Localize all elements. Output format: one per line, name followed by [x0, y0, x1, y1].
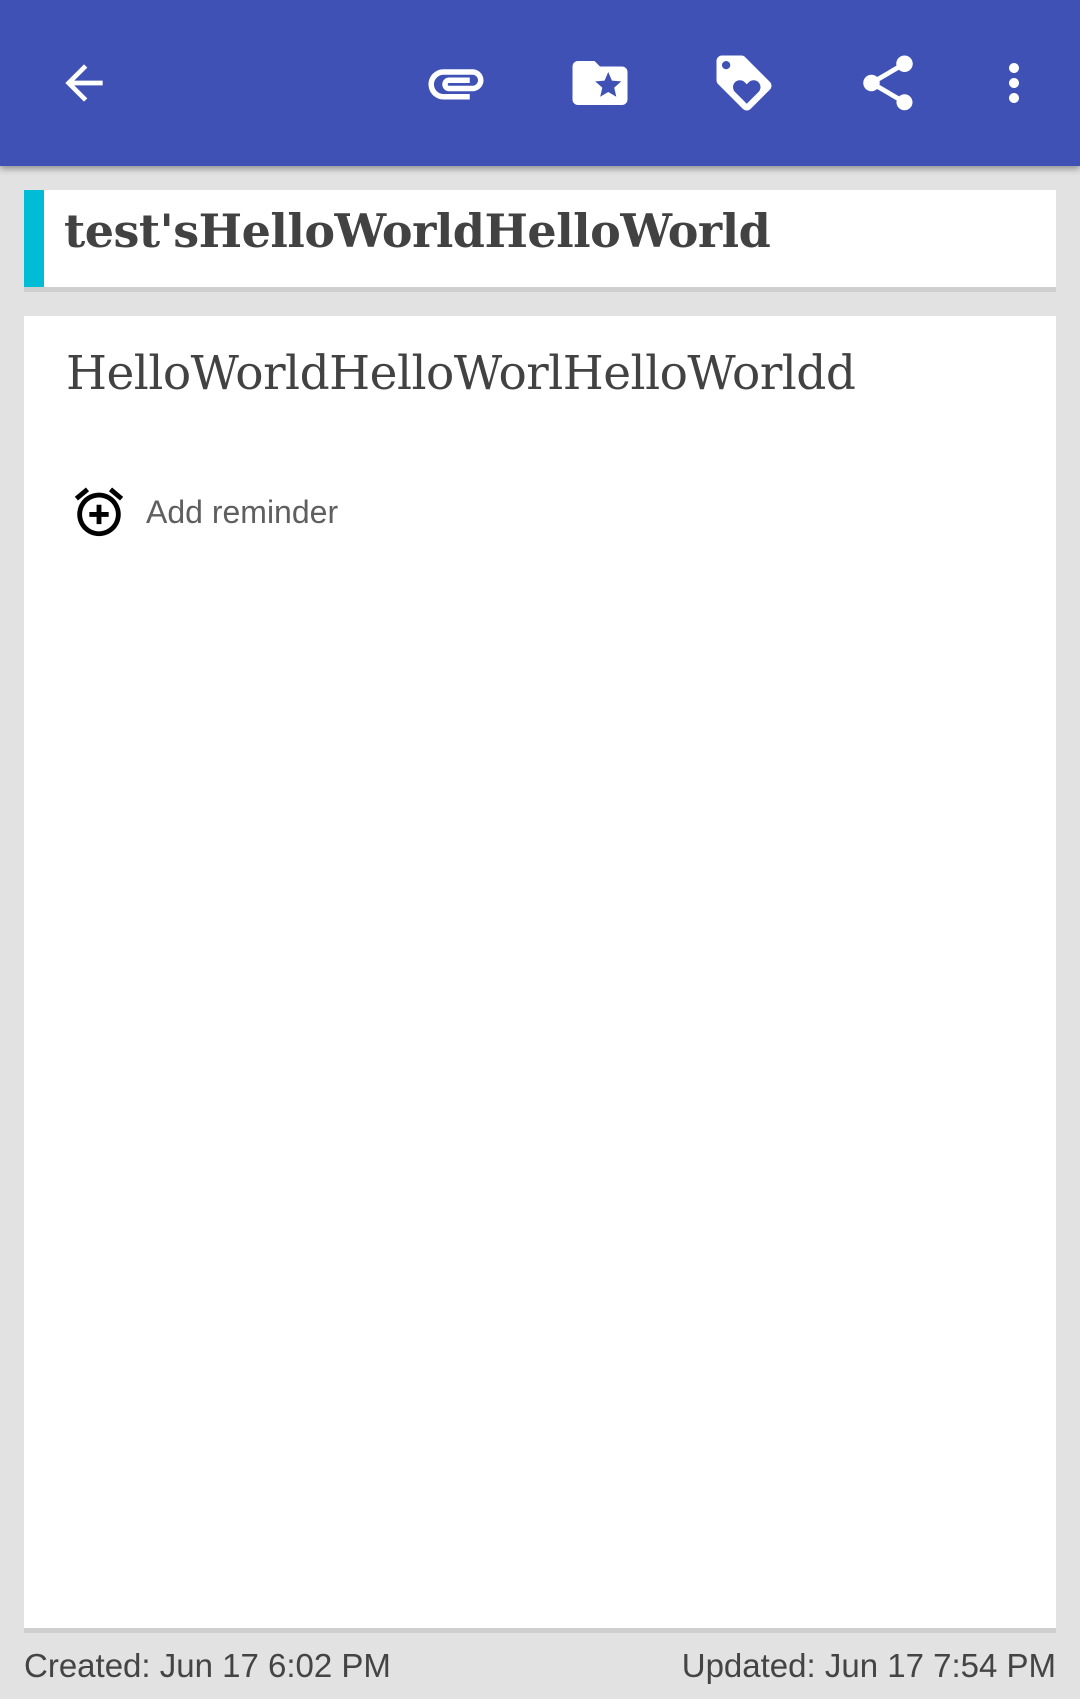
- tag-button[interactable]: [694, 33, 794, 133]
- folder-star-icon: [572, 61, 628, 105]
- alarm-add-icon: [74, 487, 124, 537]
- attachment-icon: [428, 69, 484, 100]
- add-reminder-button[interactable]: Add reminder: [70, 482, 338, 542]
- category-button[interactable]: [550, 33, 650, 133]
- share-icon: [863, 55, 913, 111]
- more-vert-icon: [1009, 63, 1019, 103]
- category-color-bar: [24, 190, 44, 287]
- add-reminder-label: Add reminder: [146, 493, 339, 530]
- share-button[interactable]: [838, 33, 938, 133]
- app-toolbar: [0, 0, 1080, 166]
- back-button[interactable]: [34, 33, 134, 133]
- more-options-button[interactable]: [964, 33, 1064, 133]
- attach-button[interactable]: [406, 33, 506, 133]
- note-content-card: HelloWorldHelloWorlHelloWorldd Add remin…: [24, 316, 1056, 1633]
- note-title-field[interactable]: test'sHelloWorldHelloWorld: [64, 204, 771, 258]
- arrow-back-icon: [65, 64, 103, 102]
- updated-timestamp: Updated: Jun 17 7:54 PM: [681, 1647, 1056, 1684]
- note-content-field[interactable]: HelloWorldHelloWorlHelloWorldd: [66, 346, 856, 401]
- tag-heart-icon: [716, 55, 772, 111]
- created-timestamp: Created: Jun 17 6:02 PM: [24, 1647, 391, 1684]
- note-footer: Created: Jun 17 6:02 PM Updated: Jun 17 …: [24, 1647, 1056, 1691]
- note-title-card: test'sHelloWorldHelloWorld: [24, 190, 1056, 292]
